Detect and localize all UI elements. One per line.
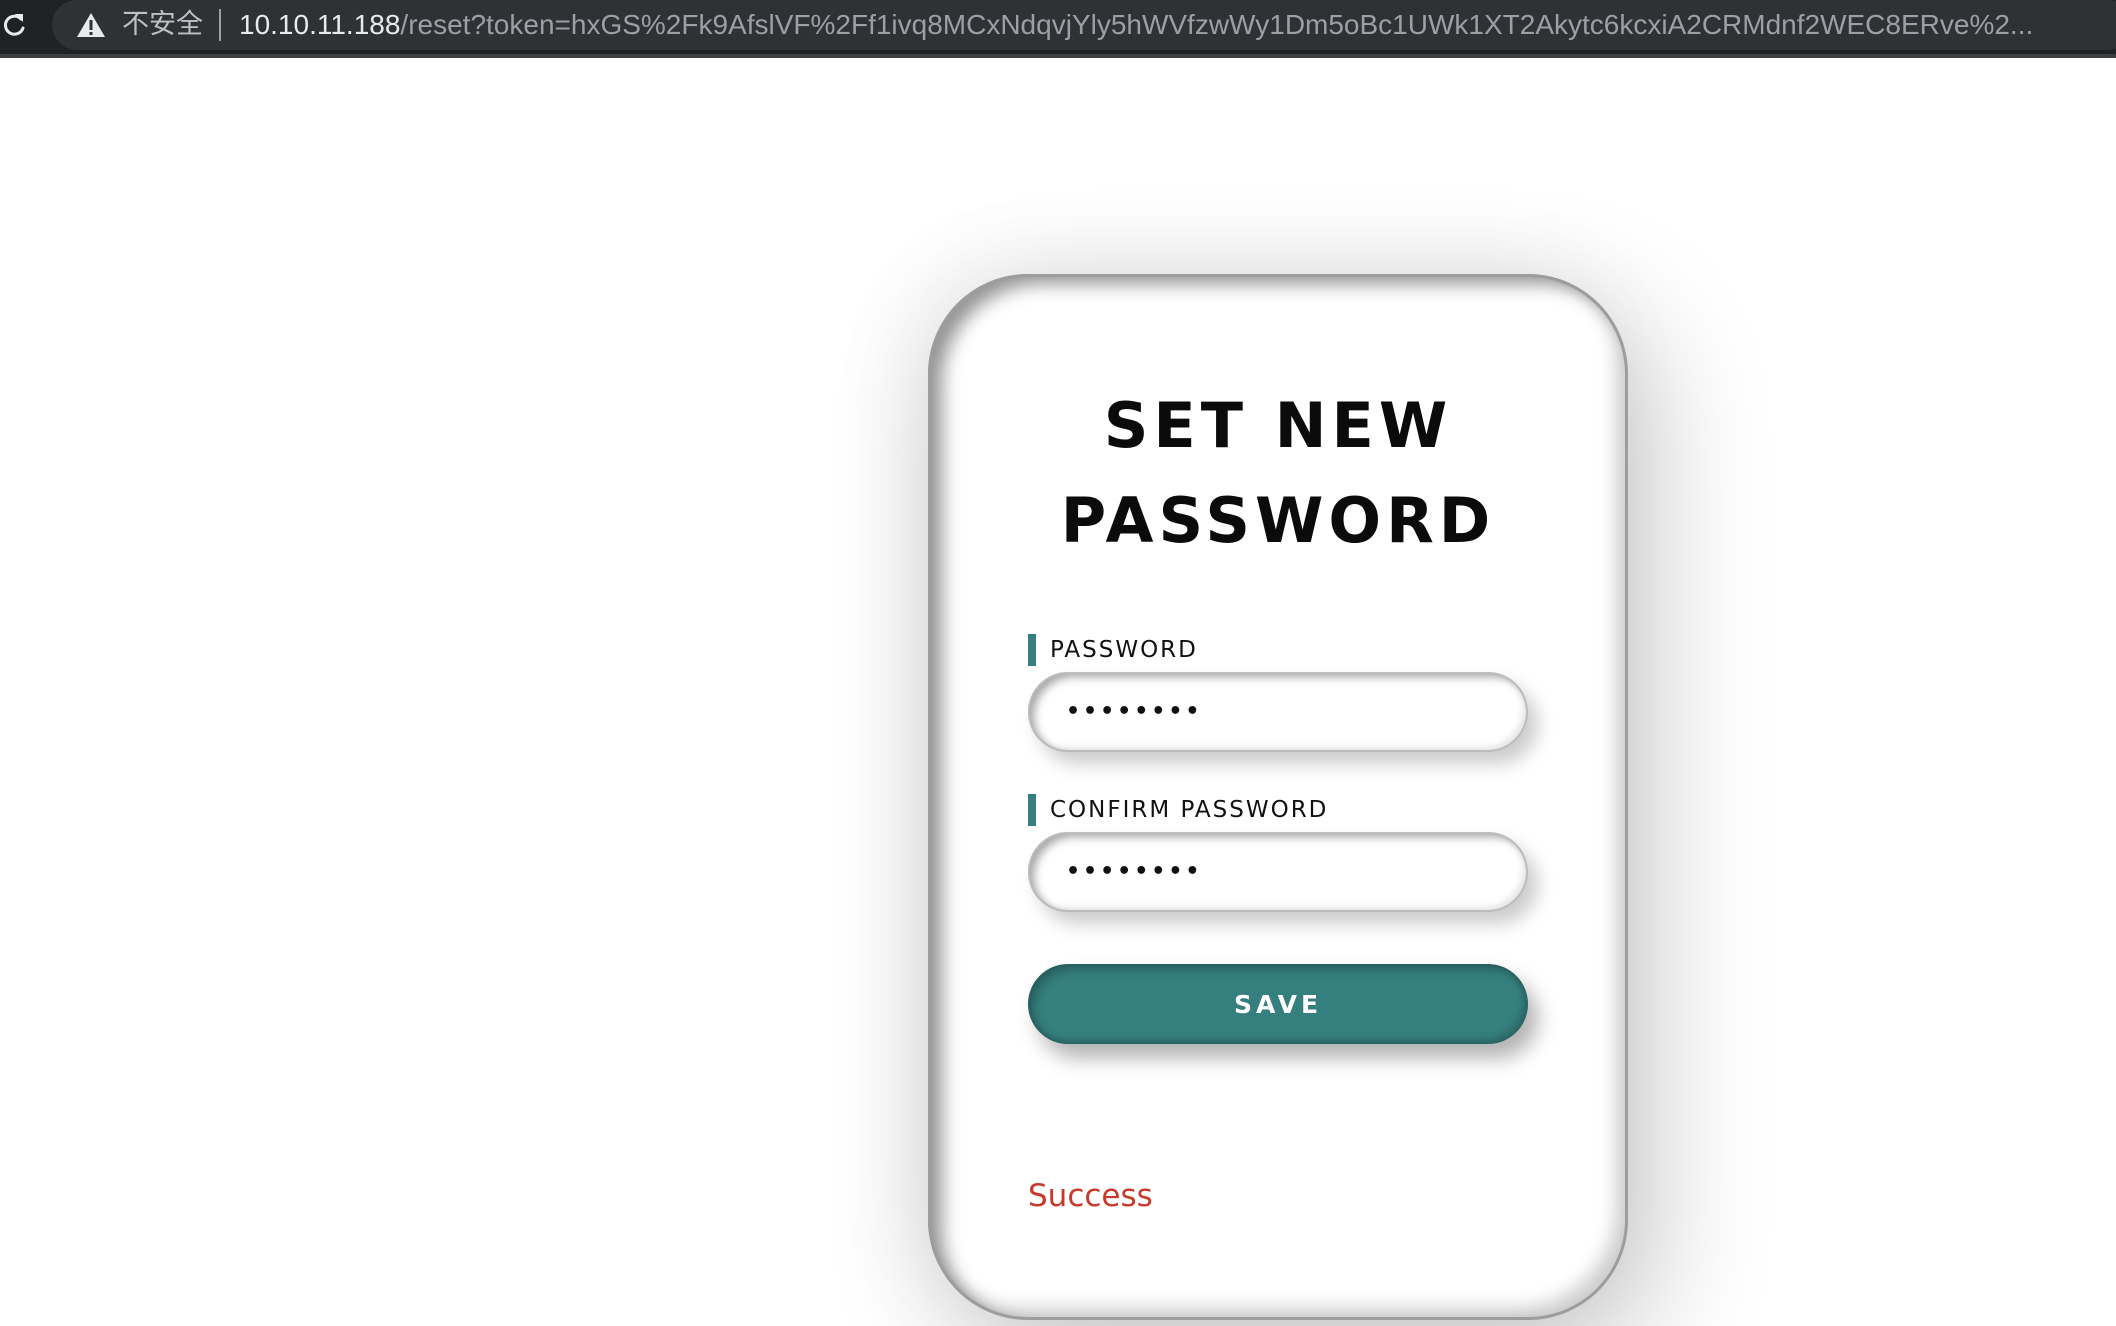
- title-line-2: PASSWORD: [1060, 484, 1496, 557]
- reload-icon: [3, 14, 25, 36]
- security-status-label[interactable]: 不安全: [122, 8, 203, 42]
- browser-toolbar: 不安全 10.10.11.188/reset?token=hxGS%2Fk9Af…: [0, 0, 2116, 58]
- save-button-label: SAVE: [1233, 989, 1323, 1019]
- password-masked-value: ••••••••: [1066, 699, 1203, 724]
- url-text[interactable]: 10.10.11.188/reset?token=hxGS%2Fk9AfslVF…: [239, 8, 2116, 42]
- reload-button[interactable]: [0, 8, 30, 42]
- save-button[interactable]: SAVE: [1028, 964, 1528, 1044]
- confirm-password-masked-value: ••••••••: [1066, 859, 1203, 884]
- title-line-1: SET NEW: [1103, 389, 1453, 462]
- password-label: PASSWORD: [1028, 634, 1198, 666]
- address-bar[interactable]: 不安全 10.10.11.188/reset?token=hxGS%2Fk9Af…: [52, 0, 2116, 50]
- password-input[interactable]: ••••••••: [1028, 672, 1528, 752]
- page-title: SET NEW PASSWORD: [928, 378, 1628, 568]
- url-path: /reset?token=hxGS%2Fk9AfslVF%2Ff1ivq8MCx…: [400, 9, 2034, 40]
- omnibox-divider: [219, 9, 221, 41]
- status-message: Success: [1028, 1178, 1153, 1214]
- reset-password-card: SET NEW PASSWORD PASSWORD •••••••• CONFI…: [928, 274, 1628, 1320]
- url-host: 10.10.11.188: [239, 9, 401, 40]
- confirm-password-label: CONFIRM PASSWORD: [1028, 794, 1328, 826]
- warning-icon[interactable]: [76, 12, 106, 38]
- confirm-password-input[interactable]: ••••••••: [1028, 832, 1528, 912]
